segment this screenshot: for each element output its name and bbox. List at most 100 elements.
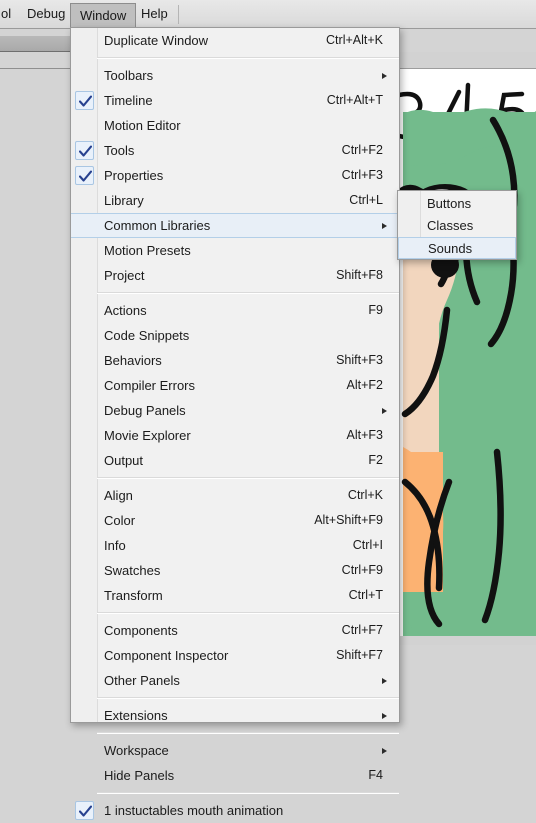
menu-item-shortcut: F2 (368, 453, 383, 467)
menu-item-debug-panels[interactable]: Debug Panels (71, 398, 399, 423)
menu-item-shortcut: Ctrl+L (349, 193, 383, 207)
menu-item-library[interactable]: Library Ctrl+L (71, 188, 399, 213)
menu-item-duplicate-window[interactable]: Duplicate Window Ctrl+Alt+K (71, 28, 399, 53)
menu-item-shortcut: Ctrl+T (348, 588, 383, 602)
menu-separator (97, 792, 399, 794)
menu-item-shortcut: Ctrl+I (352, 538, 383, 552)
menu-item-workspace[interactable]: Workspace (71, 738, 399, 763)
menu-item-label: Motion Presets (104, 243, 191, 258)
submenu-arrow-icon (382, 72, 387, 79)
menu-item-label: Compiler Errors (104, 378, 196, 393)
menu-item-list: Duplicate Window Ctrl+Alt+K Toolbars Timeli… (71, 28, 399, 823)
menu-item-shortcut: F9 (368, 303, 383, 317)
menu-item-label: Timeline (104, 93, 153, 108)
menubar-item-window[interactable]: Window (70, 3, 137, 27)
menu-item-movie-explorer[interactable]: Movie Explorer Alt+F3 (71, 423, 399, 448)
submenu-arrow-icon (382, 677, 387, 684)
menu-item-other-panels[interactable]: Other Panels (71, 668, 399, 693)
menubar-item-help[interactable]: Help (132, 3, 177, 25)
menu-item-label: Project (104, 268, 145, 283)
menubar-item-debug[interactable]: Debug (18, 3, 74, 25)
checkmark-icon (75, 801, 94, 820)
menu-separator (97, 697, 399, 699)
menubar-divider (178, 5, 179, 24)
menu-item-label: Hide Panels (104, 768, 175, 783)
submenu-arrow-icon (382, 747, 387, 754)
window-dropdown-menu[interactable]: Duplicate Window Ctrl+Alt+K Toolbars Timeli… (70, 27, 400, 820)
menu-item-motion-presets[interactable]: Motion Presets (71, 238, 399, 263)
menu-item-label: Actions (104, 303, 147, 318)
menu-item-properties[interactable]: Properties Ctrl+F3 (71, 163, 399, 188)
common-libraries-submenu[interactable]: Buttons Classes Sounds (397, 190, 517, 260)
menu-item-label: Code Snippets (104, 328, 190, 343)
menu-item-timeline[interactable]: Timeline Ctrl+Alt+T (71, 88, 399, 113)
submenu-item-buttons[interactable]: Buttons (398, 193, 516, 215)
menu-separator (97, 292, 399, 294)
menu-item-transform[interactable]: Transform Ctrl+T (71, 583, 399, 608)
menu-separator (97, 612, 399, 614)
submenu-arrow-icon (382, 712, 387, 719)
menu-item-label: Tools (104, 143, 135, 158)
menu-item-shortcut: Ctrl+F9 (341, 563, 383, 577)
menu-item-label: Motion Editor (104, 118, 181, 133)
submenu-item-label: Classes (427, 218, 474, 233)
menu-item-behaviors[interactable]: Behaviors Shift+F3 (71, 348, 399, 373)
menubar-item-label: Help (141, 6, 168, 21)
menu-item-tools[interactable]: Tools Ctrl+F2 (71, 138, 399, 163)
menu-item-color[interactable]: Color Alt+Shift+F9 (71, 508, 399, 533)
menu-item-label: Toolbars (104, 68, 154, 83)
menu-item-label: Color (104, 513, 136, 528)
menu-item-shortcut: Shift+F3 (336, 353, 383, 367)
menu-bar: ol Debug Window Help (0, 0, 536, 29)
menu-item-actions[interactable]: Actions F9 (71, 298, 399, 323)
menu-item-shortcut: Shift+F8 (336, 268, 383, 282)
menu-item-label: Workspace (104, 743, 169, 758)
menu-item-output[interactable]: Output F2 (71, 448, 399, 473)
menu-item-swatches[interactable]: Swatches Ctrl+F9 (71, 558, 399, 583)
submenu-item-classes[interactable]: Classes (398, 215, 516, 237)
menubar-item-label: Debug (27, 6, 66, 21)
menu-item-project[interactable]: Project Shift+F8 (71, 263, 399, 288)
menu-item-compiler-errors[interactable]: Compiler Errors Alt+F2 (71, 373, 399, 398)
menu-item-code-snippets[interactable]: Code Snippets (71, 323, 399, 348)
menu-item-shortcut: F4 (368, 768, 383, 782)
menu-item-hide-panels[interactable]: Hide Panels F4 (71, 763, 399, 788)
menu-item-label: Common Libraries (104, 218, 211, 233)
submenu-item-label: Buttons (427, 196, 472, 211)
menu-item-label: Duplicate Window (104, 33, 209, 48)
submenu-item-sounds[interactable]: Sounds (398, 237, 516, 259)
menu-item-label: Properties (104, 168, 164, 183)
menu-item-extensions[interactable]: Extensions (71, 703, 399, 728)
menu-item-label: Output (104, 453, 144, 468)
menu-item-label: Components (104, 623, 178, 638)
menu-item-label: Component Inspector (104, 648, 229, 663)
menu-item-label: 1 instuctables mouth animation (104, 803, 284, 818)
menu-item-shortcut: Ctrl+F7 (341, 623, 383, 637)
menu-separator (97, 732, 399, 734)
submenu-arrow-icon (382, 407, 387, 414)
menu-item-1-instuctables-mouth-animation[interactable]: 1 instuctables mouth animation (71, 798, 399, 823)
menu-item-label: Info (104, 538, 126, 553)
menu-item-shortcut: Shift+F7 (336, 648, 383, 662)
menu-item-common-libraries[interactable]: Common Libraries (71, 213, 399, 238)
menu-item-label: Behaviors (104, 353, 162, 368)
menu-item-toolbars[interactable]: Toolbars (71, 63, 399, 88)
submenu-item-list: Buttons Classes Sounds (398, 193, 516, 259)
menu-separator (97, 477, 399, 479)
menu-item-shortcut: Ctrl+Alt+K (326, 33, 383, 47)
menu-item-shortcut: Ctrl+Alt+T (326, 93, 383, 107)
menu-item-label: Align (104, 488, 133, 503)
menu-item-motion-editor[interactable]: Motion Editor (71, 113, 399, 138)
menubar-item-label: ol (1, 6, 12, 21)
menu-item-components[interactable]: Components Ctrl+F7 (71, 618, 399, 643)
menu-item-shortcut: Ctrl+F2 (341, 143, 383, 157)
menu-item-shortcut: Ctrl+F3 (341, 168, 383, 182)
checkmark-icon (75, 141, 94, 160)
menu-item-component-inspector[interactable]: Component Inspector Shift+F7 (71, 643, 399, 668)
menu-item-info[interactable]: Info Ctrl+I (71, 533, 399, 558)
menu-item-label: Movie Explorer (104, 428, 191, 443)
menu-item-align[interactable]: Align Ctrl+K (71, 483, 399, 508)
menu-item-shortcut: Ctrl+K (347, 488, 383, 502)
menu-item-label: Other Panels (104, 673, 180, 688)
menu-item-shortcut: Alt+F3 (346, 428, 383, 442)
